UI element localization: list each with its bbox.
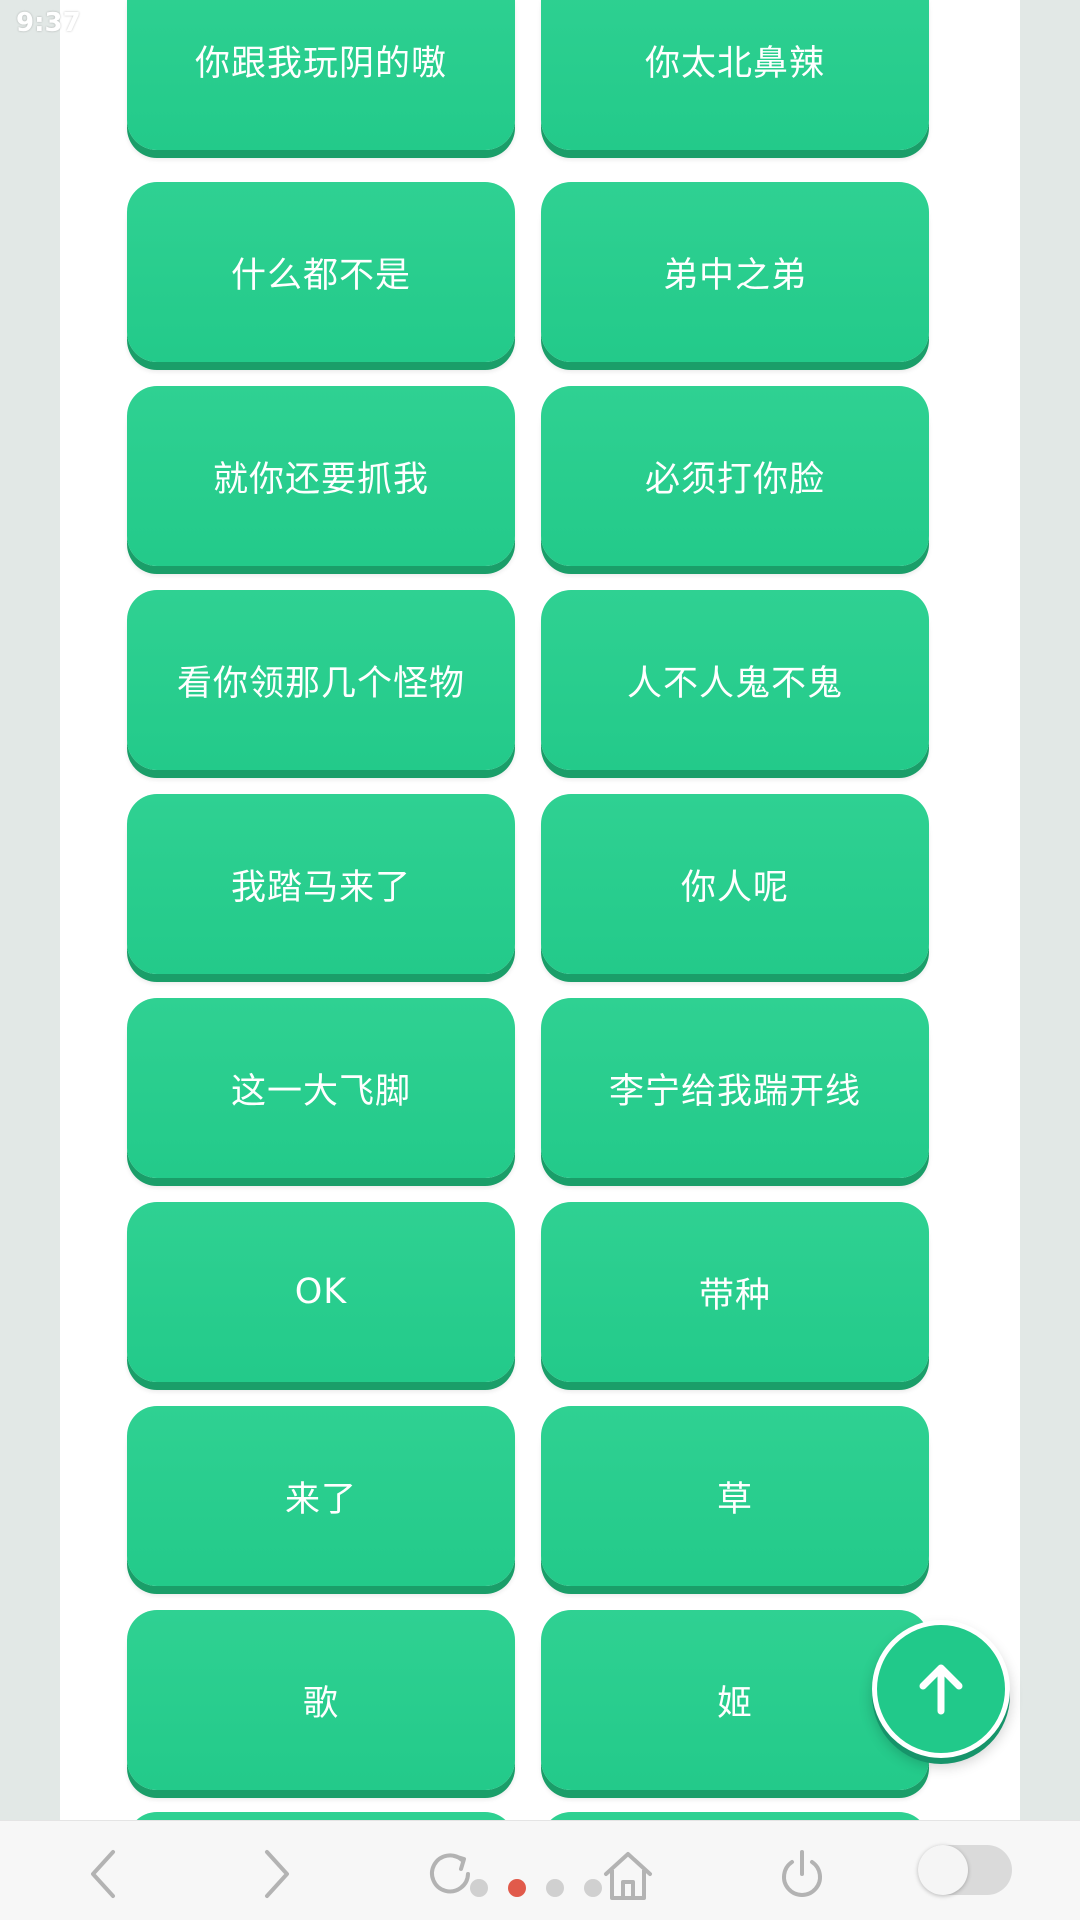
sound-button[interactable]: 人不人鬼不鬼 — [541, 590, 929, 770]
sound-button[interactable]: 就你还要抓我 — [127, 386, 515, 566]
scroll-to-top-button[interactable] — [872, 1620, 1010, 1758]
power-button[interactable] — [767, 1839, 837, 1909]
sound-button-label: 看你领那几个怪物 — [176, 663, 465, 704]
sound-button-label: 人不人鬼不鬼 — [626, 663, 843, 704]
sound-button-label: OK — [294, 1272, 348, 1312]
sound-button[interactable]: 带种 — [541, 1202, 929, 1382]
toggle-knob — [918, 1845, 968, 1895]
page-dot[interactable] — [546, 1879, 564, 1897]
sound-button[interactable]: 姬 — [541, 1610, 929, 1790]
page-dot[interactable] — [470, 1879, 488, 1897]
sound-button[interactable]: 这一大飞脚 — [127, 998, 515, 1178]
sound-button-label: 来了 — [284, 1479, 357, 1520]
sound-button-label: 你太北鼻辣 — [644, 43, 825, 84]
sound-button-label: 必须打你脸 — [644, 459, 825, 500]
sound-button-label: 什么都不是 — [230, 255, 411, 296]
sound-button[interactable]: 弟中之弟 — [541, 182, 929, 362]
sound-button[interactable]: 来了 — [127, 1406, 515, 1586]
sound-button-grid: 你跟我玩阴的嗷 你太北鼻辣 什么都不是 弟中之弟 就你还要抓我 必须打你脸 看你… — [60, 0, 1020, 1820]
sound-button[interactable]: 草 — [541, 1406, 929, 1586]
sound-button-label: 草 — [716, 1479, 753, 1520]
forward-icon — [265, 1850, 289, 1898]
sound-button[interactable] — [541, 1812, 929, 1820]
sound-button[interactable]: 你太北鼻辣 — [541, 0, 929, 150]
home-icon — [604, 1852, 652, 1900]
browser-bottom-bar — [0, 1820, 1080, 1920]
arrow-up-icon — [919, 1664, 963, 1715]
sound-button-label: 带种 — [698, 1275, 771, 1316]
home-button[interactable] — [593, 1839, 663, 1909]
sound-button-label: 你人呢 — [680, 867, 789, 908]
sound-button-label: 李宁给我踹开线 — [608, 1071, 861, 1112]
sound-button-label: 姬 — [716, 1683, 753, 1724]
sound-button[interactable]: 必须打你脸 — [541, 386, 929, 566]
sound-button[interactable]: 李宁给我踹开线 — [541, 998, 929, 1178]
mode-toggle[interactable] — [918, 1845, 1012, 1895]
back-icon — [91, 1850, 115, 1898]
page-dot-active[interactable] — [508, 1879, 526, 1897]
forward-button[interactable] — [242, 1839, 312, 1909]
sound-button[interactable]: OK — [127, 1202, 515, 1382]
sound-button[interactable]: 什么都不是 — [127, 182, 515, 362]
power-icon — [782, 1850, 822, 1897]
back-button[interactable] — [68, 1839, 138, 1909]
status-time: 9:37 — [16, 8, 81, 38]
sound-button[interactable] — [127, 1812, 515, 1820]
sound-button-label: 我踏马来了 — [230, 867, 411, 908]
refresh-button[interactable] — [415, 1839, 485, 1909]
sound-button[interactable]: 你跟我玩阴的嗷 — [127, 0, 515, 150]
page-indicator — [470, 1879, 602, 1897]
sound-button-label: 歌 — [302, 1683, 339, 1724]
page-dot[interactable] — [584, 1879, 602, 1897]
sound-button[interactable]: 我踏马来了 — [127, 794, 515, 974]
sound-button-label: 这一大飞脚 — [230, 1071, 411, 1112]
sound-button-label: 就你还要抓我 — [212, 459, 429, 500]
sound-button[interactable]: 歌 — [127, 1610, 515, 1790]
sound-button[interactable]: 看你领那几个怪物 — [127, 590, 515, 770]
sound-button-label: 弟中之弟 — [662, 255, 807, 296]
sound-button[interactable]: 你人呢 — [541, 794, 929, 974]
sound-button-label: 你跟我玩阴的嗷 — [194, 43, 447, 84]
